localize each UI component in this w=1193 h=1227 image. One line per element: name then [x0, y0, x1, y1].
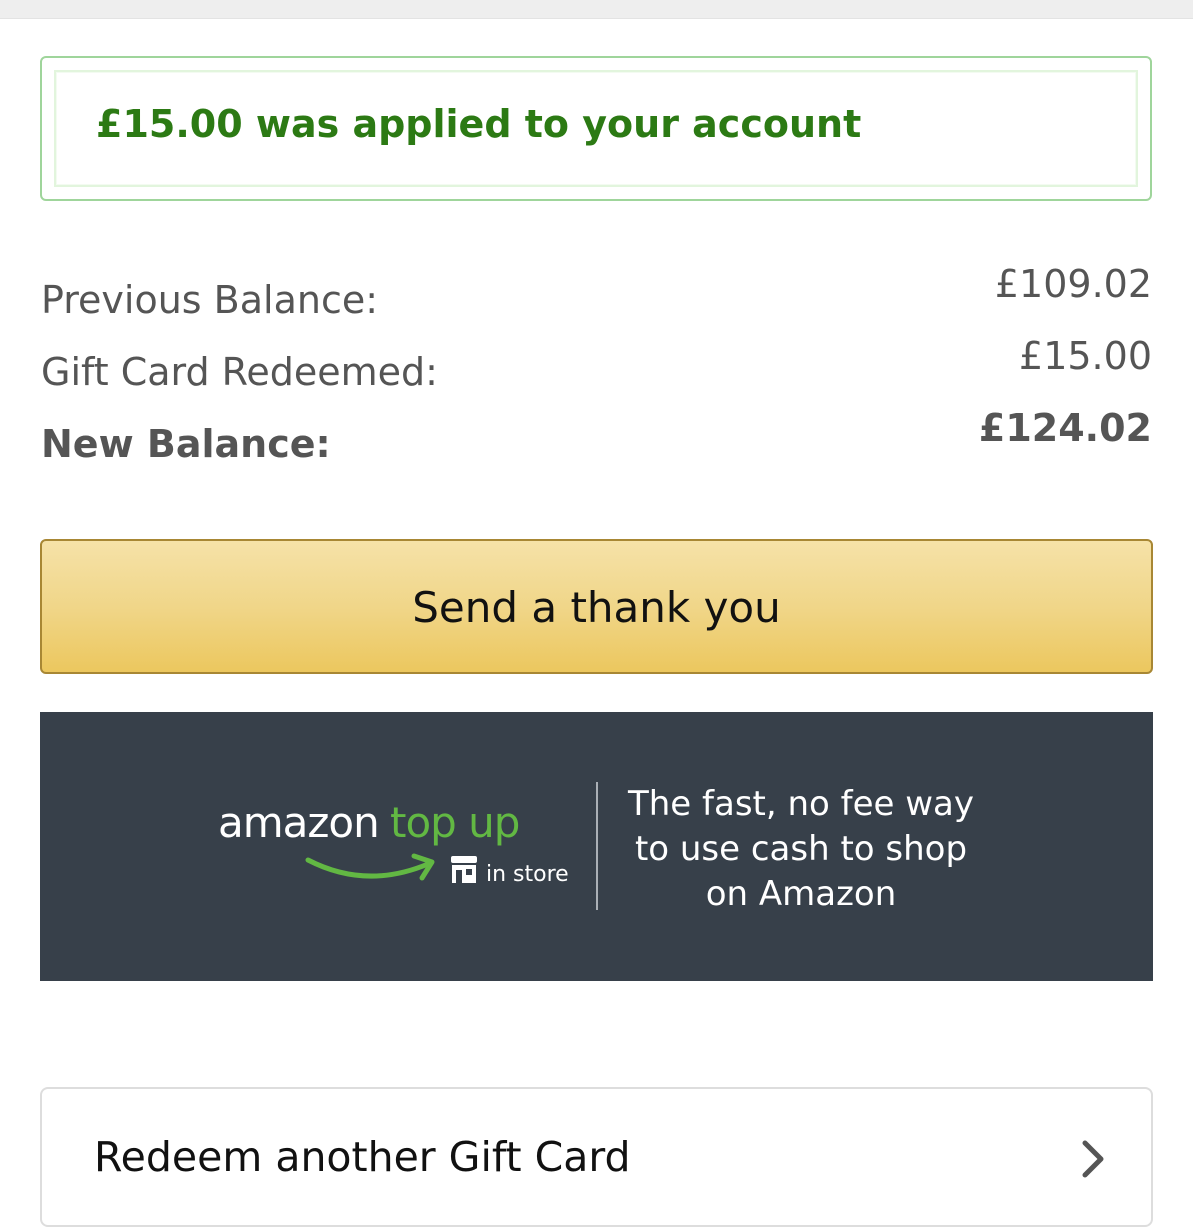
balance-row-new: New Balance: £124.02: [41, 406, 1152, 466]
new-balance-value: £124.02: [978, 406, 1152, 450]
tagline-line: The fast, no fee way: [627, 784, 975, 824]
success-alert: £15.00 was applied to your account: [40, 56, 1152, 201]
amazon-smile-icon: [305, 853, 435, 881]
top-bar: [0, 0, 1193, 19]
banner-tagline: The fast, no fee way to use cash to shop…: [608, 782, 994, 917]
store-icon: [451, 856, 477, 883]
gift-card-redeemed-value: £15.00: [1019, 334, 1152, 378]
chevron-right-icon: [1082, 1140, 1104, 1178]
tagline-line: to use cash to shop: [634, 829, 968, 869]
amazon-top-up-banner[interactable]: amazon top up in store The fast, no fee …: [40, 712, 1153, 981]
tagline-line: on Amazon: [705, 874, 897, 914]
redeem-another-gift-card-button[interactable]: Redeem another Gift Card: [40, 1087, 1153, 1227]
balance-row-previous: Previous Balance: £109.02: [41, 262, 1152, 322]
new-balance-label: New Balance:: [41, 422, 331, 466]
send-thank-you-button[interactable]: Send a thank you: [40, 539, 1153, 674]
gift-card-redeemed-label: Gift Card Redeemed:: [41, 350, 438, 394]
logo-top-up-text: top up: [390, 798, 520, 847]
previous-balance-value: £109.02: [994, 262, 1152, 306]
success-alert-message: £15.00 was applied to your account: [96, 102, 862, 146]
previous-balance-label: Previous Balance:: [41, 278, 379, 322]
logo-in-store-text: in store: [486, 862, 569, 887]
banner-divider: [596, 782, 598, 910]
send-thank-you-label: Send a thank you: [412, 583, 781, 632]
redeem-another-label: Redeem another Gift Card: [94, 1133, 631, 1181]
balance-row-redeemed: Gift Card Redeemed: £15.00: [41, 334, 1152, 394]
logo-amazon-text: amazon: [218, 798, 380, 847]
